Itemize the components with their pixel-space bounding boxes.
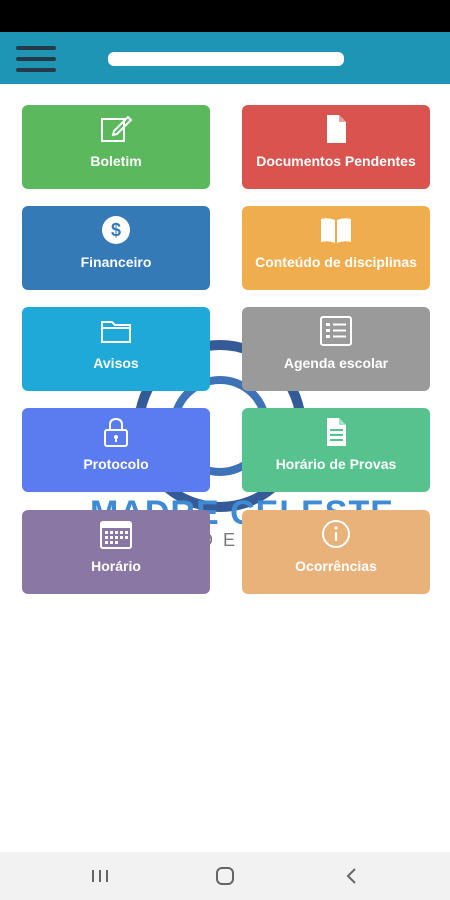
- book-icon: [321, 218, 351, 243]
- tile-avisos[interactable]: Avisos: [22, 307, 210, 391]
- tile-ocorrencias[interactable]: Ocorrências: [242, 510, 430, 594]
- hamburger-icon: [16, 68, 56, 72]
- back-button[interactable]: [332, 862, 372, 890]
- tile-boletim[interactable]: Boletim: [22, 105, 210, 189]
- tile-agenda-escolar[interactable]: Agenda escolar: [242, 307, 430, 391]
- tile-label: Boletim: [90, 153, 142, 169]
- hamburger-icon: [16, 46, 56, 50]
- lock-icon: [104, 417, 128, 447]
- tile-protocolo[interactable]: Protocolo: [22, 408, 210, 492]
- recent-apps-icon: [92, 870, 108, 882]
- tile-horario[interactable]: Horário: [22, 510, 210, 594]
- tile-horario-provas[interactable]: Horário de Provas: [242, 408, 430, 492]
- dollar-icon: $: [102, 216, 130, 244]
- home-icon: [216, 867, 234, 885]
- menu-button[interactable]: [16, 44, 56, 74]
- system-navigation-bar: [0, 852, 450, 900]
- tile-conteudo-disciplinas[interactable]: Conteúdo de disciplinas: [242, 206, 430, 290]
- tile-label: Agenda escolar: [283, 355, 389, 371]
- tile-documentos-pendentes[interactable]: Documentos Pendentes: [242, 105, 430, 189]
- exam-document-icon: [327, 418, 346, 446]
- list-icon: [320, 316, 352, 346]
- home-button[interactable]: [205, 862, 245, 890]
- dashboard: MADRE CELESTE DEI Boletim Documentos Pen…: [0, 84, 450, 852]
- document-icon: [327, 115, 346, 143]
- status-bar: [0, 0, 450, 32]
- app-bar: COLÉGIO MADRE CELESTE: [0, 32, 450, 84]
- calendar-icon: [100, 521, 132, 549]
- tile-label: Horário de Provas: [275, 456, 397, 472]
- hamburger-icon: [16, 57, 56, 61]
- folder-icon: [101, 321, 131, 343]
- tile-label: Avisos: [93, 355, 139, 371]
- recent-apps-button[interactable]: [80, 862, 120, 890]
- tile-label: Horário: [91, 558, 141, 574]
- tile-financeiro[interactable]: $ Financeiro: [22, 206, 210, 290]
- tile-label: Documentos Pendentes: [256, 153, 416, 169]
- svg-text:$: $: [111, 220, 121, 240]
- tile-label: Conteúdo de disciplinas: [255, 254, 417, 270]
- tile-label: Protocolo: [83, 456, 149, 472]
- tile-label: Financeiro: [80, 254, 152, 270]
- back-icon: [346, 868, 356, 884]
- info-icon: [322, 520, 350, 548]
- tile-label: Ocorrências: [295, 558, 377, 574]
- edit-icon: [101, 115, 133, 142]
- app-title: COLÉGIO MADRE CELESTE: [108, 52, 344, 66]
